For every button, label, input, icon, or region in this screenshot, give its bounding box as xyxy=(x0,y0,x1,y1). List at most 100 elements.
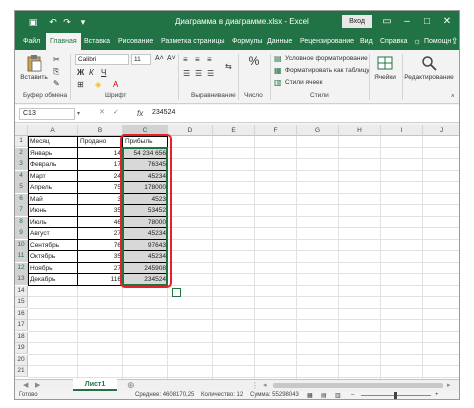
row-header[interactable]: 2 xyxy=(15,147,28,159)
tab-review[interactable]: Рецензирование xyxy=(300,33,354,50)
scroll-left-icon[interactable]: ◂ xyxy=(263,380,267,391)
table-cell[interactable]: Ноябрь xyxy=(28,263,78,274)
align-bottom-icon[interactable]: ≡ xyxy=(207,55,212,65)
normal-view-icon[interactable]: ▦ xyxy=(307,392,313,399)
row-header[interactable]: 14 xyxy=(15,285,28,297)
cell-styles-icon[interactable]: ▥ xyxy=(274,78,282,88)
row-header[interactable]: 9 xyxy=(15,228,28,239)
table-cell[interactable]: 46 xyxy=(78,217,123,228)
zoom-out-icon[interactable]: – xyxy=(351,392,354,398)
table-cell[interactable]: Январь xyxy=(28,148,78,159)
font-name-select[interactable]: Calibri xyxy=(75,54,129,65)
row-header[interactable]: 15 xyxy=(15,297,28,308)
sheet-tab-list1[interactable]: Лист1 xyxy=(73,379,117,391)
wrap-text-icon[interactable]: ⇆ xyxy=(225,62,232,72)
undo-icon[interactable]: ↶ xyxy=(47,16,59,28)
table-cell[interactable]: Апрель xyxy=(28,182,78,193)
table-cell[interactable]: Сентябрь xyxy=(28,240,78,251)
tab-view[interactable]: Вид xyxy=(360,33,373,50)
share-icon[interactable]: ⇪ xyxy=(451,36,459,47)
align-right-icon[interactable]: ☰ xyxy=(207,69,214,79)
row-header[interactable]: 5 xyxy=(15,182,28,193)
close-icon[interactable]: ✕ xyxy=(439,14,455,30)
insert-function-button[interactable]: fx xyxy=(137,109,143,118)
cells-button[interactable]: Ячейки xyxy=(372,54,398,81)
row-header[interactable]: 17 xyxy=(15,320,28,331)
font-size-select[interactable]: 11 xyxy=(131,54,151,65)
row-header[interactable]: 3 xyxy=(15,159,28,170)
table-cell[interactable]: 35 xyxy=(78,205,123,216)
ribbon-display-icon[interactable]: ▭ xyxy=(379,14,395,30)
scroll-right-icon[interactable]: ▸ xyxy=(447,380,451,391)
tab-draw[interactable]: Рисование xyxy=(118,33,153,50)
column-header[interactable]: I xyxy=(381,125,423,136)
bold-icon[interactable]: Ж xyxy=(77,68,84,78)
format-painter-icon[interactable]: ✎ xyxy=(53,79,60,89)
percent-format-icon[interactable]: % xyxy=(244,54,264,68)
sheet-options-icon[interactable]: ⋮ xyxy=(251,380,259,391)
tab-help[interactable]: Справка xyxy=(380,33,407,50)
column-header[interactable]: E xyxy=(213,125,255,136)
tab-file[interactable]: Файл xyxy=(23,33,40,50)
collapse-ribbon-icon[interactable]: ˄ xyxy=(451,92,455,102)
column-header[interactable]: D xyxy=(168,125,213,136)
table-cell[interactable]: Июль xyxy=(28,217,78,228)
table-cell[interactable]: Июнь xyxy=(28,205,78,216)
align-left-icon[interactable]: ☰ xyxy=(183,69,190,79)
row-header[interactable]: 11 xyxy=(15,251,28,262)
table-cell[interactable]: Октябрь xyxy=(28,251,78,262)
copy-icon[interactable]: ⎘ xyxy=(53,67,59,77)
fill-color-icon[interactable]: ◈ xyxy=(95,80,101,90)
worksheet-grid[interactable]: ABCDEFGHIJ 1 2 3 4 5 6 7 8 9 10 11 12 13 14 15 16 17 18 19… xyxy=(15,125,459,379)
paste-button[interactable]: Вставить xyxy=(19,54,49,81)
minimize-icon[interactable]: – xyxy=(399,14,415,30)
conditional-format-button[interactable]: Условное форматирование xyxy=(285,55,368,62)
borders-icon[interactable]: ⊞ xyxy=(77,80,84,90)
tab-assistant[interactable]: Помощн xyxy=(424,33,451,50)
tab-home[interactable]: Главная xyxy=(46,33,81,50)
tab-insert[interactable]: Вставка xyxy=(84,33,110,50)
editing-button[interactable]: Редактирование xyxy=(403,54,455,81)
zoom-in-icon[interactable]: + xyxy=(435,392,439,398)
row-header[interactable]: 4 xyxy=(15,170,28,182)
format-as-table-button[interactable]: Форматировать как таблицу xyxy=(285,67,370,74)
row-header[interactable]: 8 xyxy=(15,216,28,228)
table-cell[interactable]: 27 xyxy=(78,263,123,274)
table-cell[interactable]: Декабрь xyxy=(28,274,78,285)
name-box[interactable]: C13 xyxy=(19,108,75,120)
maximize-icon[interactable]: □ xyxy=(419,14,435,30)
login-button[interactable]: Вход xyxy=(342,15,372,28)
row-header[interactable]: 6 xyxy=(15,193,28,205)
table-cell[interactable]: 27 xyxy=(78,228,123,239)
underline-icon[interactable]: Ч xyxy=(101,68,106,78)
row-header[interactable]: 19 xyxy=(15,343,28,354)
cancel-entry-icon[interactable]: ✕ xyxy=(99,108,105,118)
table-cell[interactable]: Август xyxy=(28,228,78,239)
redo-icon[interactable]: ↷ xyxy=(61,16,73,28)
tab-page-layout[interactable]: Разметка страницы xyxy=(161,33,225,50)
row-header[interactable]: 13 xyxy=(15,274,28,285)
column-header[interactable]: G xyxy=(297,125,339,136)
align-center-icon[interactable]: ☰ xyxy=(195,69,202,79)
conditional-format-icon[interactable]: ▤ xyxy=(274,54,282,64)
row-header[interactable]: 20 xyxy=(15,354,28,366)
row-header[interactable]: 10 xyxy=(15,239,28,251)
italic-icon[interactable]: К xyxy=(89,68,94,78)
column-header[interactable]: J xyxy=(423,125,459,136)
name-box-dropdown-icon[interactable]: ▾ xyxy=(77,109,80,119)
column-header[interactable]: B xyxy=(78,125,123,136)
tab-formulas[interactable]: Формулы xyxy=(232,33,262,50)
autosave-icon[interactable]: ▣ xyxy=(27,16,39,28)
customize-toolbar-icon[interactable]: ▾ xyxy=(77,16,89,28)
prev-sheet-icon[interactable]: ◀ xyxy=(23,380,28,391)
row-header[interactable]: 21 xyxy=(15,366,28,377)
table-cell[interactable]: Февраль xyxy=(28,159,78,170)
align-top-icon[interactable]: ≡ xyxy=(183,55,188,65)
select-all-corner[interactable] xyxy=(15,125,28,136)
table-cell[interactable]: Март xyxy=(28,171,78,182)
font-color-icon[interactable]: A xyxy=(113,80,118,90)
zoom-slider-thumb[interactable] xyxy=(394,392,397,399)
shrink-font-icon[interactable]: A˅ xyxy=(167,54,176,64)
table-cell[interactable]: 75 xyxy=(78,182,123,193)
table-cell[interactable]: 24 xyxy=(78,171,123,182)
